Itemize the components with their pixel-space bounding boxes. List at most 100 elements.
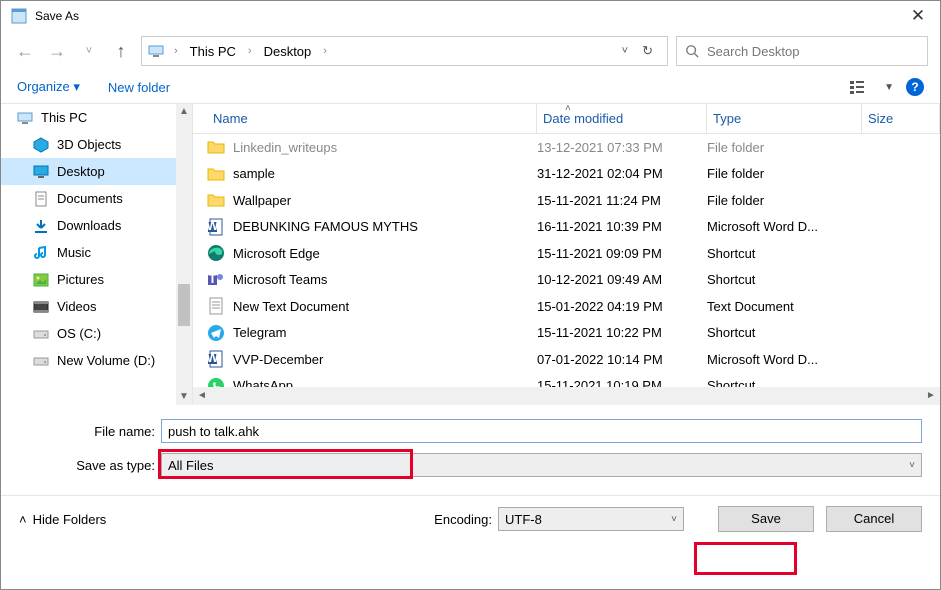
folder-icon — [207, 165, 225, 183]
column-header-name[interactable]: Name — [207, 104, 537, 133]
hscroll-left-icon[interactable]: ◄ — [193, 387, 211, 405]
bottom-bar: ˄ Hide Folders Encoding: UTF-8 ˅ Save Ca… — [1, 495, 940, 542]
svg-text:W: W — [207, 218, 219, 233]
navigation-tree: This PC 3D Objects Desktop Documents Downloa… — [1, 104, 193, 405]
chevron-up-icon: ˄ — [19, 512, 27, 527]
address-dropdown-icon[interactable]: ˅ — [622, 45, 628, 57]
scroll-up-icon[interactable]: ▲ — [176, 104, 192, 120]
column-header-type[interactable]: Type — [707, 104, 862, 133]
music-icon — [33, 245, 49, 261]
forward-arrow-icon[interactable]: → — [45, 41, 69, 62]
scroll-down-icon[interactable]: ▼ — [176, 389, 192, 405]
file-type: Microsoft Word D... — [707, 352, 862, 367]
file-date: 15-11-2021 11:24 PM — [537, 193, 707, 208]
file-row[interactable]: Telegram15-11-2021 10:22 PMShortcut — [193, 320, 940, 347]
tree-item-documents[interactable]: Documents — [1, 185, 192, 212]
chevron-right-icon[interactable]: › — [244, 45, 256, 57]
tree-item-desktop[interactable]: Desktop — [1, 158, 192, 185]
file-row[interactable]: Microsoft Edge15-11-2021 09:09 PMShortcu… — [193, 240, 940, 267]
search-input[interactable]: Search Desktop — [676, 36, 928, 66]
file-name: Microsoft Teams — [233, 272, 327, 287]
whatsapp-icon — [207, 377, 225, 387]
view-dropdown-icon[interactable]: ▼ — [884, 82, 894, 93]
tree-item-label: Desktop — [57, 164, 105, 179]
tree-item-new-volume-d-[interactable]: New Volume (D:) — [1, 347, 192, 374]
window-title: Save As — [35, 9, 898, 23]
breadcrumb-folder[interactable]: Desktop — [262, 44, 314, 59]
refresh-icon[interactable]: ↻ — [642, 43, 653, 59]
folder-icon — [207, 191, 225, 209]
tree-item-label: This PC — [41, 110, 87, 125]
tree-item-this-pc[interactable]: This PC — [1, 104, 192, 131]
help-icon[interactable]: ? — [906, 78, 924, 96]
file-row[interactable]: TMicrosoft Teams10-12-2021 09:49 AMShort… — [193, 267, 940, 294]
organize-dropdown[interactable]: Organize ▾ — [17, 79, 80, 95]
navbar: ← → ˅ ↑ › This PC › Desktop › ˅ ↻ Search… — [1, 31, 940, 71]
file-row[interactable]: New Text Document15-01-2022 04:19 PMText… — [193, 293, 940, 320]
scroll-thumb[interactable] — [178, 284, 190, 326]
tree-item-os-c-[interactable]: OS (C:) — [1, 320, 192, 347]
column-header-size[interactable]: Size — [862, 104, 940, 133]
chevron-right-icon[interactable]: › — [319, 45, 331, 57]
file-row[interactable]: W VVP-December 07-01-2022 10:14 PMMicrosof… — [193, 346, 940, 373]
tree-item-label: Documents — [57, 191, 123, 206]
down-icon — [33, 218, 49, 234]
file-row[interactable]: WDEBUNKING FAMOUS MYTHS16-11-2021 10:39 … — [193, 214, 940, 241]
saveastype-dropdown[interactable]: All Files ˅ — [161, 453, 922, 477]
tree-item-videos[interactable]: Videos — [1, 293, 192, 320]
highlight-save — [694, 542, 797, 575]
cancel-button[interactable]: Cancel — [826, 506, 922, 532]
sort-indicator-icon: ˄ — [565, 103, 571, 114]
hscroll-right-icon[interactable]: ► — [922, 387, 940, 405]
file-type: File folder — [707, 193, 862, 208]
chevron-right-icon[interactable]: › — [170, 45, 182, 57]
close-button[interactable]: ✕ — [898, 6, 938, 26]
file-type: Shortcut — [707, 246, 862, 261]
file-row[interactable]: sample31-12-2021 02:04 PMFile folder — [193, 161, 940, 188]
tree-item-music[interactable]: Music — [1, 239, 192, 266]
svg-text:W: W — [207, 350, 219, 365]
file-date: 15-11-2021 09:09 PM — [537, 246, 707, 261]
breadcrumb-root[interactable]: This PC — [188, 44, 238, 59]
sidebar-scrollbar[interactable]: ▲ ▼ — [176, 104, 192, 405]
svg-text:T: T — [209, 271, 217, 286]
tree-item-3d-objects[interactable]: 3D Objects — [1, 131, 192, 158]
tree-item-label: 3D Objects — [57, 137, 121, 152]
file-name: New Text Document — [233, 299, 349, 314]
txt-icon — [207, 297, 225, 315]
file-date: 07-01-2022 10:14 PM — [537, 352, 707, 367]
encoding-dropdown[interactable]: UTF-8 ˅ — [498, 507, 684, 531]
horizontal-scrollbar[interactable]: ◄ ► — [193, 387, 940, 405]
telegram-icon — [207, 324, 225, 342]
view-options-icon[interactable] — [850, 79, 872, 95]
pc-icon — [148, 43, 164, 59]
new-folder-button[interactable]: New folder — [108, 80, 170, 95]
filename-input[interactable] — [161, 419, 922, 443]
save-button[interactable]: Save — [718, 506, 814, 532]
3d-icon — [33, 137, 49, 153]
file-date: 31-12-2021 02:04 PM — [537, 166, 707, 181]
file-date: 15-11-2021 10:19 PM — [537, 378, 707, 387]
file-row[interactable]: Linkedin_writeups13-12-2021 07:33 PMFile… — [193, 134, 940, 161]
hide-folders-label: Hide Folders — [33, 512, 107, 527]
file-name: VVP-December — [233, 352, 323, 367]
tree-item-downloads[interactable]: Downloads — [1, 212, 192, 239]
file-row[interactable]: Wallpaper15-11-2021 11:24 PMFile folder — [193, 187, 940, 214]
file-type: Shortcut — [707, 272, 862, 287]
saveastype-label: Save as type: — [19, 458, 161, 473]
back-arrow-icon[interactable]: ← — [13, 41, 37, 62]
column-header-date[interactable]: Date modified — [537, 104, 707, 133]
tree-item-label: OS (C:) — [57, 326, 101, 341]
file-row[interactable]: WhatsApp15-11-2021 10:19 PMShortcut — [193, 373, 940, 388]
address-bar[interactable]: › This PC › Desktop › ˅ ↻ — [141, 36, 668, 66]
file-name: WhatsApp — [233, 378, 293, 387]
tree-item-pictures[interactable]: Pictures — [1, 266, 192, 293]
file-name: DEBUNKING FAMOUS MYTHS — [233, 219, 418, 234]
hide-folders-toggle[interactable]: ˄ Hide Folders — [19, 512, 106, 527]
recent-dropdown-icon[interactable]: ˅ — [77, 45, 101, 57]
edge-icon — [207, 244, 225, 262]
up-arrow-icon[interactable]: ↑ — [109, 41, 133, 62]
toolbar: Organize ▾ New folder ▼ ? — [1, 71, 940, 103]
word-icon: W — [207, 350, 225, 368]
column-headers: ˄ Name Date modified Type Size — [193, 104, 940, 134]
